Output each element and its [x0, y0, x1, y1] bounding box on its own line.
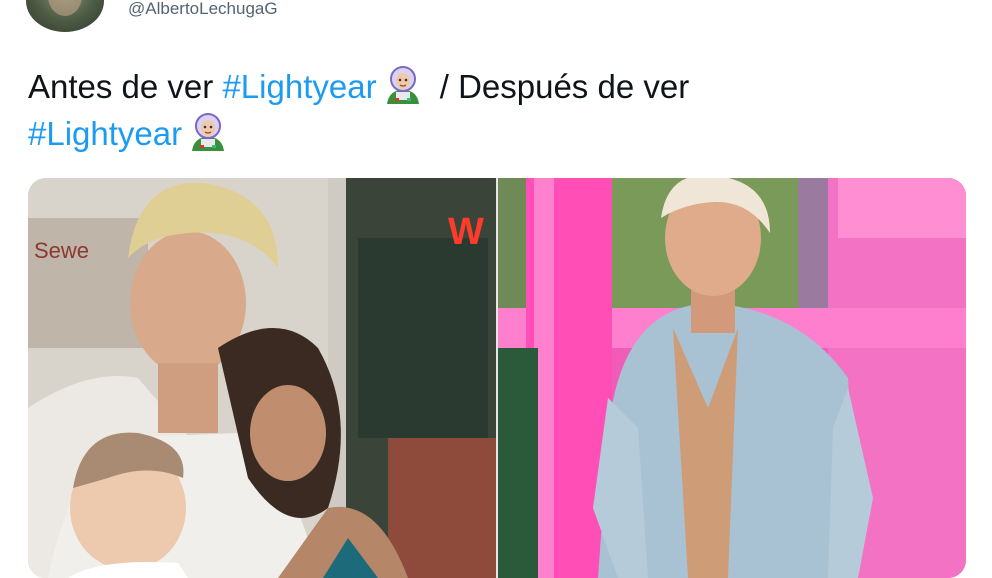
media-grid: Sewe W: [28, 178, 966, 578]
photo-after[interactable]: [498, 178, 966, 578]
photo-before-image: Sewe W: [28, 178, 496, 578]
tweet-text-before: Antes de ver: [28, 68, 223, 105]
avatar-face: [48, 0, 82, 16]
photo-after-image: [498, 178, 966, 578]
buzz-lightyear-emoji-icon-2: [192, 113, 225, 151]
author-avatar[interactable]: [26, 0, 104, 32]
neon-sign-text: W: [448, 211, 484, 253]
hashtag-link-1[interactable]: #Lightyear: [222, 68, 376, 105]
author-handle[interactable]: @AlbertoLechugaG: [128, 0, 278, 20]
tweet-text-middle: / Después de ver: [430, 68, 690, 105]
photo-before[interactable]: Sewe W: [28, 178, 496, 578]
store-sign-text: Sewe: [34, 238, 89, 263]
buzz-lightyear-emoji-icon: [386, 66, 419, 104]
tweet-text: Antes de ver #Lightyear / Después de ver…: [28, 62, 928, 156]
hashtag-link-2[interactable]: #Lightyear: [28, 115, 182, 152]
